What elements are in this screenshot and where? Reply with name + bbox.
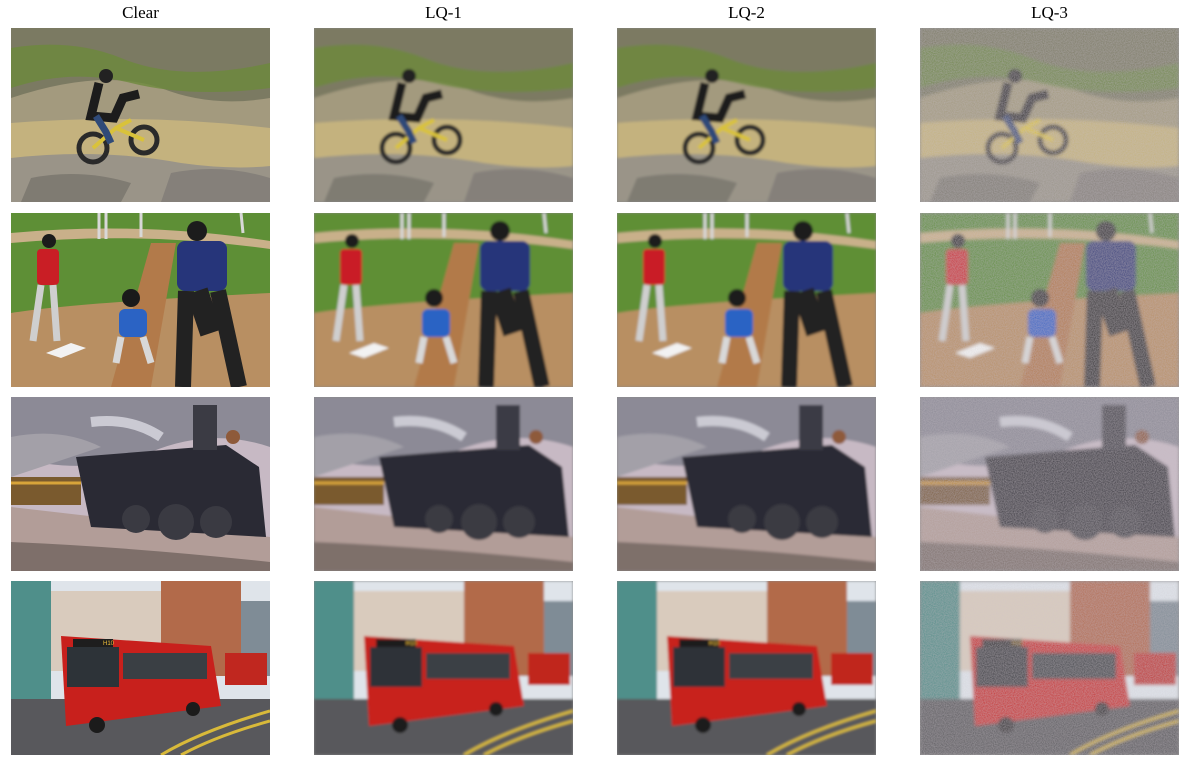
image-motorbike-lq-2 — [617, 28, 876, 202]
image-motorbike-clear — [11, 28, 270, 202]
image-motorbike-lq-1 — [314, 28, 573, 202]
svg-text:H10: H10 — [1012, 641, 1024, 647]
column-header-lq-2: LQ-2 — [728, 3, 765, 22]
image-baseball-lq-1 — [314, 213, 573, 387]
image-bus-lq-3: H10 — [920, 581, 1179, 755]
image-motorbike-lq-3 — [920, 28, 1179, 202]
image-train-clear — [11, 397, 270, 571]
image-train-lq-1 — [314, 397, 573, 571]
column-header-lq-3: LQ-3 — [1031, 3, 1068, 22]
svg-text:H10: H10 — [103, 641, 115, 647]
svg-text:H10: H10 — [709, 641, 721, 647]
column-header-lq-1: LQ-1 — [425, 3, 462, 22]
image-bus-clear: H10 — [11, 581, 270, 755]
image-train-lq-2 — [617, 397, 876, 571]
svg-text:H10: H10 — [406, 641, 418, 647]
image-train-lq-3 — [920, 397, 1179, 571]
image-baseball-lq-3 — [920, 213, 1179, 387]
column-header-clear: Clear — [122, 3, 159, 22]
image-baseball-lq-2 — [617, 213, 876, 387]
image-bus-lq-2: H10 — [617, 581, 876, 755]
image-baseball-clear — [11, 213, 270, 387]
image-bus-lq-1: H10 — [314, 581, 573, 755]
